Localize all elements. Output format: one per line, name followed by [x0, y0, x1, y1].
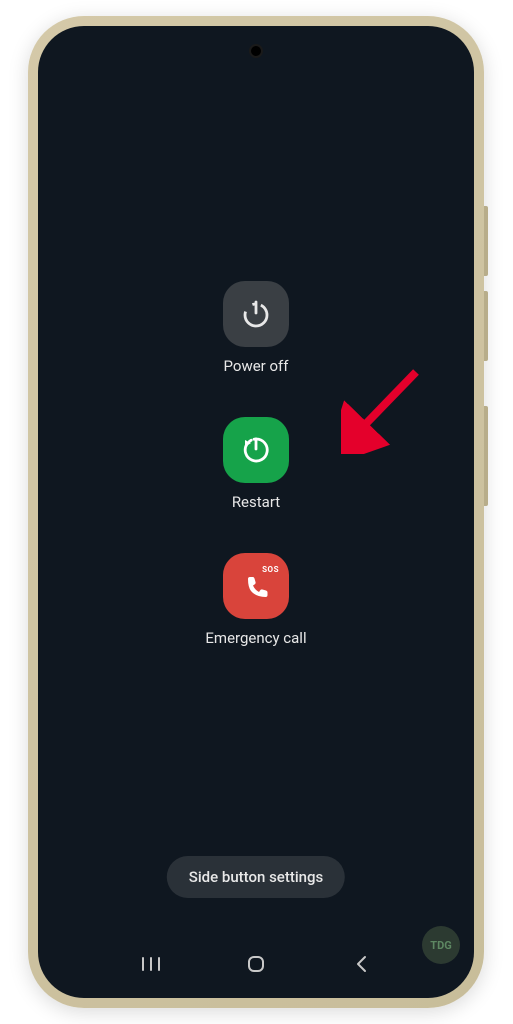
- settings-label: Side button settings: [189, 868, 323, 886]
- power-menu: Power off Restart: [205, 281, 306, 647]
- power-off-icon: [223, 281, 289, 347]
- restart-icon: [223, 417, 289, 483]
- phone-screen: Power off Restart: [38, 26, 474, 998]
- navigation-bar: [38, 950, 474, 978]
- sos-badge: SOS: [262, 565, 279, 574]
- watermark-text: TDG: [430, 939, 451, 952]
- recents-button[interactable]: [137, 950, 165, 978]
- phone-device-frame: Power off Restart: [28, 16, 484, 1008]
- power-off-label: Power off: [224, 357, 289, 375]
- restart-option[interactable]: Restart: [223, 417, 289, 511]
- emergency-call-option[interactable]: SOS Emergency call: [205, 553, 306, 647]
- power-menu-overlay: Power off Restart: [38, 26, 474, 998]
- volume-up-button: [484, 206, 488, 276]
- volume-down-button: [484, 291, 488, 361]
- back-button[interactable]: [347, 950, 375, 978]
- watermark-badge: TDG: [422, 926, 460, 964]
- home-button[interactable]: [242, 950, 270, 978]
- side-button-settings-button[interactable]: Side button settings: [167, 856, 345, 898]
- emergency-call-icon: SOS: [223, 553, 289, 619]
- emergency-label: Emergency call: [205, 629, 306, 647]
- power-side-button: [484, 406, 488, 506]
- restart-label: Restart: [232, 493, 280, 511]
- power-off-option[interactable]: Power off: [223, 281, 289, 375]
